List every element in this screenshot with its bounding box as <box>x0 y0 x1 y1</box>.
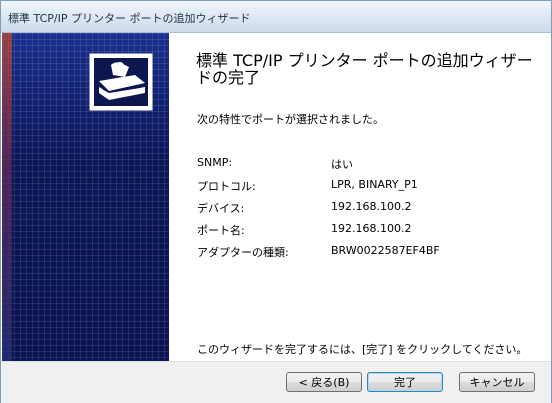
property-row-protocol: プロトコル: LPR, BINARY_P1 <box>197 178 537 200</box>
title-bar[interactable]: 標準 TCP/IP プリンター ポートの追加ウィザード <box>1 1 551 33</box>
property-value: 192.168.100.2 <box>331 222 412 235</box>
wizard-window: 標準 TCP/IP プリンター ポートの追加ウィザード 標準 TCP/IP プリ… <box>0 0 552 403</box>
button-bar: < 戻る(B) 完了 キャンセル <box>1 361 551 403</box>
property-value: LPR, BINARY_P1 <box>331 178 418 191</box>
printer-wizard-icon <box>89 53 153 111</box>
property-label: アダプターの種類: <box>197 246 289 259</box>
property-row-adapter-type: アダプターの種類: BRW0022587EF4BF <box>197 244 537 266</box>
property-label: SNMP: <box>197 156 233 169</box>
property-row-port-name: ポート名: 192.168.100.2 <box>197 222 537 244</box>
side-panel-accent <box>2 33 12 361</box>
finish-button[interactable]: 完了 <box>367 372 443 392</box>
back-button[interactable]: < 戻る(B) <box>286 372 362 392</box>
wizard-side-panel <box>2 33 169 361</box>
property-label: ポート名: <box>197 224 245 237</box>
wizard-content: 標準 TCP/IP プリンター ポートの追加ウィザードの完了 次の特性でポートが… <box>169 33 551 361</box>
property-label: デバイス: <box>197 202 245 215</box>
property-value: BRW0022587EF4BF <box>331 244 440 257</box>
page-heading: 標準 TCP/IP プリンター ポートの追加ウィザードの完了 <box>196 51 533 87</box>
cancel-button[interactable]: キャンセル <box>459 372 535 392</box>
property-label: プロトコル: <box>197 180 256 193</box>
property-value: はい <box>331 158 353 171</box>
port-properties: SNMP: はい プロトコル: LPR, BINARY_P1 デバイス: 192… <box>197 156 537 266</box>
window-title: 標準 TCP/IP プリンター ポートの追加ウィザード <box>8 12 251 25</box>
property-row-snmp: SNMP: はい <box>197 156 537 178</box>
property-row-device: デバイス: 192.168.100.2 <box>197 200 537 222</box>
finish-instruction: このウィザードを完了するには、[完了] をクリックしてください。 <box>197 343 528 356</box>
intro-text: 次の特性でポートが選択されました。 <box>197 113 384 126</box>
property-value: 192.168.100.2 <box>331 200 412 213</box>
